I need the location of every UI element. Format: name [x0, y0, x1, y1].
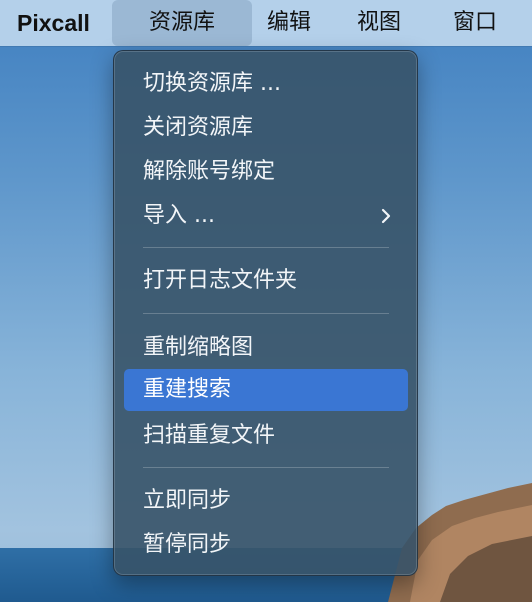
app-menu-pixcall[interactable]: Pixcall [17, 7, 90, 39]
menu-window[interactable]: 窗口 [440, 0, 510, 46]
menu-item-switch-library[interactable]: 切换资源库 ... [124, 69, 408, 98]
menu-view[interactable]: 视图 [344, 0, 414, 46]
menu-library[interactable]: 资源库 [112, 0, 252, 46]
menu-item-label: 解除账号绑定 [143, 159, 276, 184]
menu-item-scan-duplicates[interactable]: 扫描重复文件 [124, 421, 408, 450]
menu-item-sync-now[interactable]: 立即同步 [124, 486, 408, 515]
chevron-right-icon [380, 201, 392, 230]
menu-item-close-library[interactable]: 关闭资源库 [124, 113, 408, 142]
menu-item-pause-sync[interactable]: 暂停同步 [124, 530, 408, 559]
menu-item-label: 重建搜索 [143, 377, 232, 402]
menu-item-label: 重制缩略图 [143, 335, 254, 360]
menu-item-label: 暂停同步 [143, 532, 232, 557]
menu-separator [143, 247, 389, 248]
menu-item-rebuild-search[interactable]: 重建搜索 [124, 369, 408, 411]
menu-bar: Pixcall 资源库 编辑 视图 窗口 [0, 0, 532, 46]
menu-item-label: 关闭资源库 [143, 115, 254, 140]
menu-item-label: 立即同步 [143, 488, 232, 513]
menu-item-import[interactable]: 导入 ... [124, 201, 408, 230]
menu-separator [143, 467, 389, 468]
menu-item-label: 导入 ... [143, 203, 215, 228]
menu-item-unbind-account[interactable]: 解除账号绑定 [124, 157, 408, 186]
menu-item-regenerate-thumbnails[interactable]: 重制缩略图 [124, 333, 408, 362]
menu-item-label: 打开日志文件夹 [143, 268, 298, 293]
menu-edit[interactable]: 编辑 [254, 0, 324, 46]
library-dropdown-menu: 切换资源库 ... 关闭资源库 解除账号绑定 导入 ... 打开日志文件夹 重制… [113, 50, 418, 576]
menu-item-label: 切换资源库 ... [143, 71, 281, 96]
menu-item-label: 扫描重复文件 [143, 423, 276, 448]
menu-separator [143, 313, 389, 314]
menu-item-open-log-folder[interactable]: 打开日志文件夹 [124, 266, 408, 295]
